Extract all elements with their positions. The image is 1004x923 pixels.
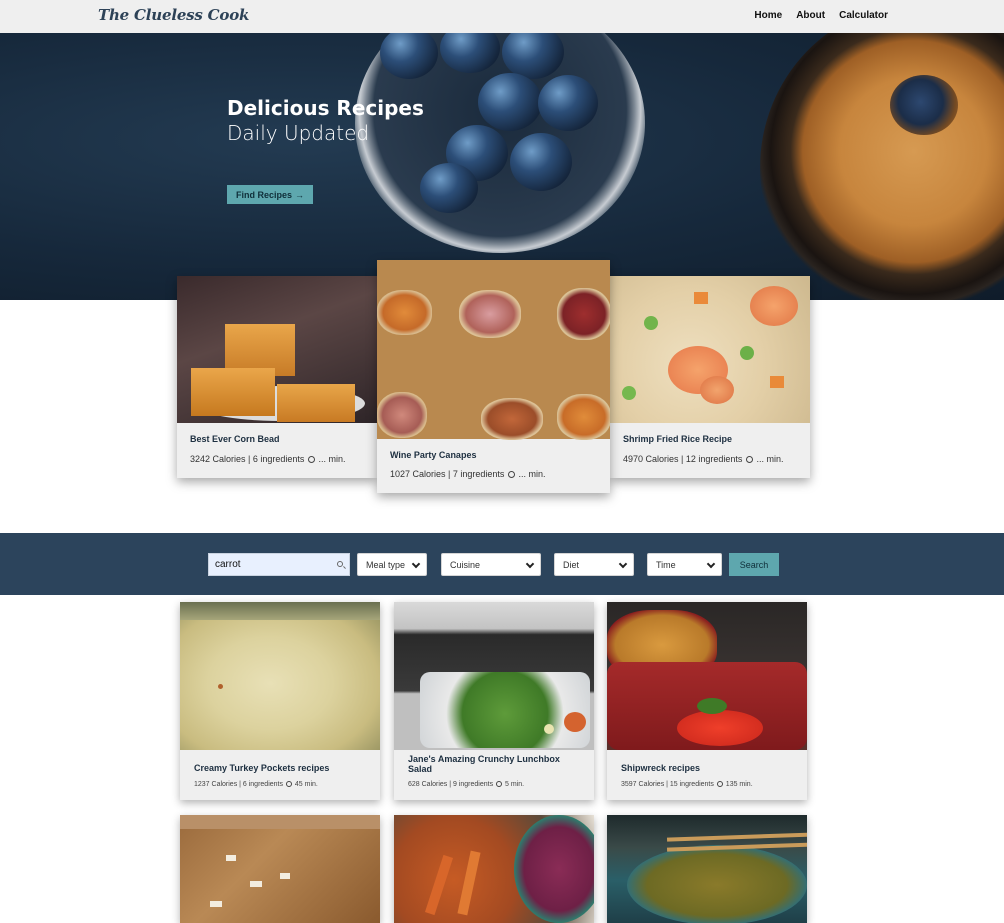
- nav-link-home[interactable]: Home: [754, 10, 782, 21]
- featured-recipe-title: Shrimp Fried Rice Recipe: [623, 434, 733, 444]
- recipe-image: [607, 815, 807, 923]
- search-input[interactable]: [209, 554, 333, 575]
- nav-links: Home About Calculator: [754, 10, 888, 21]
- meal-type-label: Meal type: [366, 559, 406, 570]
- recipe-image: [180, 602, 380, 750]
- clock-icon: [507, 471, 515, 478]
- recipe-result-meta: 3597 Calories | 15 ingredients 135 min.: [621, 781, 753, 788]
- hero-text: Delicious Recipes Daily Updated: [227, 96, 424, 146]
- recipe-result-meta: 628 Calories | 9 ingredients 5 min.: [408, 781, 525, 788]
- recipe-result-title: Jane's Amazing Crunchy Lunchbox Salad: [408, 754, 560, 774]
- featured-recipe-title: Best Ever Corn Bead: [190, 434, 280, 444]
- find-recipes-label: Find Recipes: [235, 189, 292, 200]
- recipe-image: [394, 815, 594, 923]
- featured-recipe-meta: 4970 Calories | 12 ingredients ... min.: [623, 454, 784, 464]
- recipe-image: [610, 276, 810, 423]
- blueberry-image: [510, 133, 572, 191]
- arrow-right-icon: →: [295, 189, 304, 200]
- time-label: Time: [656, 559, 676, 570]
- search-box: [208, 553, 350, 576]
- search-button[interactable]: Search: [729, 553, 779, 576]
- top-navbar: The Clueless Cook Home About Calculator: [0, 0, 1004, 33]
- hero-pancake-pan-image: [760, 33, 1004, 300]
- blueberry-image: [420, 163, 478, 213]
- chevron-down-icon: [706, 559, 716, 569]
- featured-recipe-card[interactable]: Shrimp Fried Rice Recipe 4970 Calories |…: [610, 276, 810, 478]
- time-select[interactable]: Time: [647, 553, 722, 576]
- site-logo[interactable]: The Clueless Cook: [98, 6, 249, 24]
- blueberry-image: [538, 75, 598, 131]
- recipe-image: [177, 276, 377, 423]
- recipe-result-card[interactable]: Creamy Turkey Pockets recipes 1237 Calor…: [180, 602, 380, 800]
- hero-title: Delicious Recipes: [227, 96, 424, 120]
- nav-link-calculator[interactable]: Calculator: [839, 10, 888, 21]
- blueberry-image: [478, 73, 542, 131]
- search-icon[interactable]: [337, 561, 343, 567]
- chevron-down-icon: [618, 559, 628, 569]
- recipe-result-card[interactable]: [394, 815, 594, 923]
- recipe-image: [607, 602, 807, 750]
- chevron-down-icon: [411, 559, 421, 569]
- featured-recipe-meta: 1027 Calories | 7 ingredients ... min.: [390, 469, 546, 479]
- recipe-result-card[interactable]: Shipwreck recipes 3597 Calories | 15 ing…: [607, 602, 807, 800]
- recipe-image: [377, 260, 610, 440]
- meal-type-select[interactable]: Meal type: [357, 553, 427, 576]
- recipe-image: [180, 815, 380, 923]
- clock-icon: [745, 456, 753, 463]
- diet-select[interactable]: Diet: [554, 553, 634, 576]
- recipe-result-title: Shipwreck recipes: [621, 763, 701, 773]
- nav-link-about[interactable]: About: [796, 10, 825, 21]
- clock-icon: [285, 781, 292, 787]
- clock-icon: [716, 781, 723, 787]
- clock-icon: [307, 456, 315, 463]
- recipe-result-card[interactable]: [607, 815, 807, 923]
- diet-label: Diet: [563, 559, 580, 570]
- cuisine-label: Cuisine: [450, 559, 481, 570]
- hero-subtitle: Daily Updated: [227, 121, 370, 145]
- featured-recipe-title: Wine Party Canapes: [390, 450, 477, 460]
- featured-recipe-card[interactable]: Wine Party Canapes 1027 Calories | 7 ing…: [377, 260, 610, 493]
- recipe-image: [394, 602, 594, 750]
- featured-recipe-card[interactable]: Best Ever Corn Bead 3242 Calories | 6 in…: [177, 276, 377, 478]
- clock-icon: [496, 781, 503, 787]
- recipe-result-title: Creamy Turkey Pockets recipes: [194, 763, 330, 773]
- recipe-result-card[interactable]: Jane's Amazing Crunchy Lunchbox Salad 62…: [394, 602, 594, 800]
- featured-recipe-meta: 3242 Calories | 6 ingredients ... min.: [190, 454, 346, 464]
- pancake-blueberry-image: [890, 75, 958, 135]
- recipe-result-meta: 1237 Calories | 6 ingredients 45 min.: [194, 781, 318, 788]
- cuisine-select[interactable]: Cuisine: [441, 553, 541, 576]
- chevron-down-icon: [525, 559, 535, 569]
- find-recipes-button[interactable]: Find Recipes →: [227, 185, 313, 204]
- recipe-result-card[interactable]: [180, 815, 380, 923]
